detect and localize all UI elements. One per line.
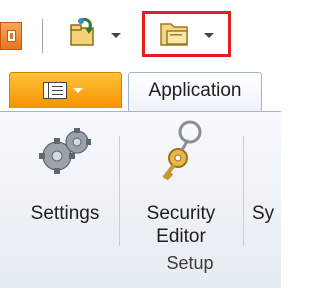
security-editor-label-line1: Security <box>146 203 216 224</box>
gears-icon <box>39 128 91 174</box>
highlight-box <box>142 11 231 57</box>
chevron-down-icon <box>111 33 121 38</box>
quick-access-toolbar <box>0 0 281 66</box>
system-label-partial: Sy <box>252 203 275 224</box>
open-icon <box>70 18 94 46</box>
toolbar-separator <box>42 19 43 53</box>
file-menu-tab[interactable] <box>9 72 122 108</box>
system-button[interactable]: Sy <box>252 112 281 242</box>
layout-pane-icon <box>43 82 67 99</box>
security-editor-label-line2: Editor <box>156 226 206 247</box>
tab-application[interactable]: Application <box>128 72 262 113</box>
settings-button[interactable]: Settings <box>16 112 114 242</box>
security-editor-button[interactable]: Security Editor <box>124 112 238 247</box>
key-icon <box>162 120 202 181</box>
setup-group-label: Setup <box>166 253 214 273</box>
settings-label: Settings <box>30 203 100 224</box>
app-menu-icon[interactable] <box>0 22 22 50</box>
chevron-down-icon <box>73 88 83 93</box>
ribbon-panel: Settings Security Editor Sy Setup <box>0 111 281 288</box>
ribbon-separator <box>243 136 244 246</box>
ribbon-tab-row: Application <box>0 66 281 113</box>
open-dropdown-button[interactable] <box>67 16 125 52</box>
ribbon-separator <box>119 136 120 246</box>
